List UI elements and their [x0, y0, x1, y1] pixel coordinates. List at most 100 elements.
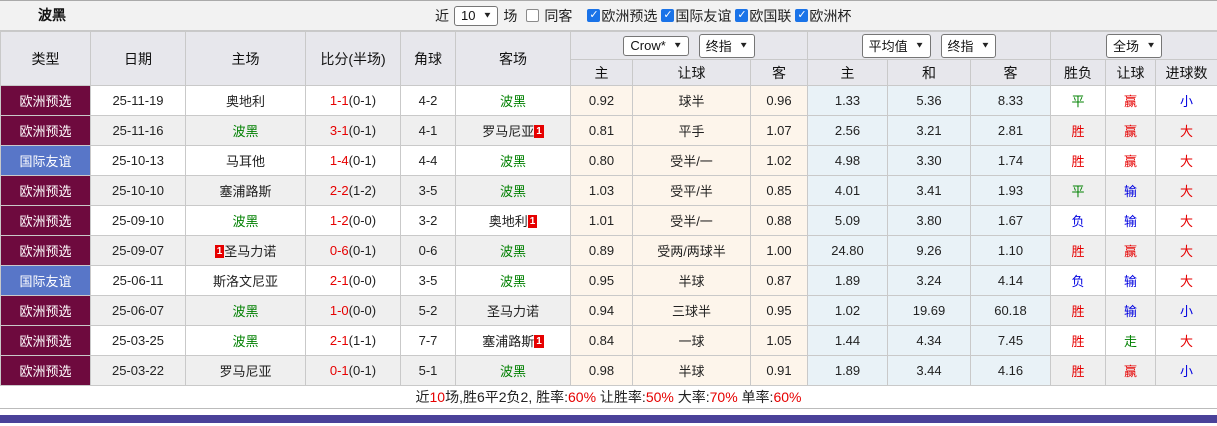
- goals-cell: 小: [1154, 355, 1217, 386]
- euro-home-odds-cell: 1.89: [807, 265, 888, 296]
- filter-item: 欧洲预选: [587, 6, 657, 26]
- team-label: 波黑: [499, 184, 526, 199]
- euro-away-odds-cell: 2.81: [970, 115, 1051, 146]
- sub-header-crow-home: 主: [570, 59, 633, 86]
- same-away-label: 同客: [544, 7, 573, 24]
- away-team-cell: 波黑: [455, 85, 571, 116]
- away-team-cell: 罗马尼亚 1: [455, 115, 571, 146]
- competition-checkbox[interactable]: [661, 8, 675, 22]
- competition-label: 欧洲预选: [601, 7, 658, 24]
- euro-away-odds-cell: 60.18: [970, 295, 1051, 326]
- match-type-cell: 国际友谊: [0, 265, 91, 296]
- table-row: 欧洲预选 25-11-16 波黑 3-1(0-1) 4-1 罗马尼亚 1 0.81 平手 1.07…: [0, 115, 1217, 146]
- goals-cell: 大: [1154, 145, 1217, 176]
- handicap-cell: 受半/一: [632, 145, 751, 176]
- handicap-cell: 三球半: [632, 295, 751, 326]
- euro-away-odds-cell: 8.33: [970, 85, 1051, 116]
- let-result-cell: 输: [1105, 295, 1156, 326]
- bookmaker-time-select[interactable]: 终指 ▼: [698, 33, 755, 58]
- match-type-cell: 欧洲预选: [0, 85, 91, 116]
- match-type-cell: 欧洲预选: [0, 295, 91, 326]
- table-row: 欧洲预选 25-10-10 塞浦路斯 2-2(1-2) 3-5 波黑 1.03 受平/半 0.8…: [0, 175, 1217, 206]
- asian-odds-header: Crow* ▼ 终指 ▼: [570, 31, 808, 60]
- euro-draw-odds-cell: 19.69: [887, 295, 971, 326]
- table-row: 欧洲预选 25-06-07 波黑 1-0(0-0) 5-2 圣马力诺 0.94 三球半 0.95…: [0, 295, 1217, 326]
- home-team-cell: 奥地利: [185, 85, 306, 116]
- odds-history-page: 波黑 近 10 ▼ 场 同客 欧洲预选国际友谊欧国联欧洲杯 类型 日期 主场: [0, 0, 1217, 426]
- matches-label: 场: [503, 7, 518, 24]
- summary-segment: 50%: [645, 389, 674, 405]
- result-cell: 负: [1050, 205, 1106, 236]
- summary-segment: 单率:: [737, 389, 774, 405]
- team-label: 波黑: [232, 334, 259, 349]
- euro-time-select[interactable]: 终指 ▼: [940, 33, 997, 58]
- team-label: 圣马力诺: [486, 304, 539, 319]
- summary-segment: 60%: [568, 389, 597, 405]
- chevron-down-icon: ▼: [1146, 40, 1156, 50]
- crow-home-odds-cell: 0.98: [570, 355, 633, 386]
- sub-header-goals: 进球数: [1154, 59, 1217, 86]
- handicap-cell: 受两/两球半: [632, 235, 751, 266]
- euro-home-odds-cell: 2.56: [807, 115, 888, 146]
- score-cell: 1-4(0-1): [305, 145, 401, 176]
- corner-cell: 3-5: [400, 175, 456, 206]
- team-label: 圣马力诺: [224, 244, 277, 259]
- competition-checkbox[interactable]: [735, 8, 749, 22]
- euro-home-odds-cell: 1.33: [807, 85, 888, 116]
- crow-away-odds-cell: 0.85: [750, 175, 808, 206]
- euro-source-select[interactable]: 平均值 ▼: [861, 33, 931, 58]
- euro-draw-odds-cell: 5.36: [887, 85, 971, 116]
- scope-select[interactable]: 全场 ▼: [1106, 33, 1162, 58]
- team-label: 波黑: [232, 124, 259, 139]
- handicap-cell: 受半/一: [632, 205, 751, 236]
- home-team-cell: 波黑: [185, 205, 306, 236]
- score-cell: 0-6(0-1): [305, 235, 401, 266]
- result-cell: 平: [1050, 175, 1106, 206]
- col-header-type: 类型: [0, 31, 91, 86]
- match-count-select[interactable]: 10 ▼: [454, 5, 499, 26]
- competition-checkbox[interactable]: [795, 8, 809, 22]
- same-away-checkbox[interactable]: [526, 9, 540, 22]
- team-label: 斯洛文尼亚: [212, 274, 278, 289]
- crow-away-odds-cell: 0.91: [750, 355, 808, 386]
- handicap-cell: 一球: [632, 325, 751, 356]
- goals-cell: 大: [1154, 325, 1217, 356]
- let-result-cell: 赢: [1105, 235, 1156, 266]
- result-cell: 胜: [1050, 325, 1106, 356]
- match-type-cell: 国际友谊: [0, 145, 91, 176]
- away-team-cell: 奥地利 1: [455, 205, 571, 236]
- match-type-cell: 欧洲预选: [0, 355, 91, 386]
- away-team-cell: 波黑: [455, 355, 571, 386]
- date-cell: 25-03-25: [90, 325, 186, 356]
- summary-segment: 近: [415, 389, 430, 405]
- result-cell: 胜: [1050, 355, 1106, 386]
- euro-draw-odds-cell: 4.34: [887, 325, 971, 356]
- chevron-down-icon: ▼: [482, 10, 493, 20]
- corner-cell: 4-4: [400, 145, 456, 176]
- competition-checkbox[interactable]: [587, 8, 601, 22]
- bookmaker-select[interactable]: Crow* ▼: [623, 35, 689, 56]
- team-label: 波黑: [499, 364, 526, 379]
- table-row: 欧洲预选 25-11-19 奥地利 1-1(0-1) 4-2 波黑 0.92 球半 0.96 1.…: [0, 85, 1217, 116]
- euro-draw-odds-cell: 3.21: [887, 115, 971, 146]
- let-result-cell: 赢: [1105, 85, 1156, 116]
- bookmaker-value: Crow*: [630, 37, 666, 53]
- match-history-table: 类型 日期 主场 比分(半场) 角球 客场 Crow* ▼ 终指 ▼ 平均值 ▼…: [0, 31, 1217, 386]
- euro-away-odds-cell: 1.74: [970, 145, 1051, 176]
- goals-cell: 小: [1154, 85, 1217, 116]
- team-label: 波黑: [499, 154, 526, 169]
- crow-home-odds-cell: 0.80: [570, 145, 633, 176]
- match-type-cell: 欧洲预选: [0, 205, 91, 236]
- let-result-cell: 输: [1105, 265, 1156, 296]
- competition-filters: 欧洲预选国际友谊欧国联欧洲杯: [587, 6, 855, 26]
- col-header-home: 主场: [185, 31, 306, 86]
- result-cell: 平: [1050, 85, 1106, 116]
- half-score: (0-1): [348, 123, 377, 138]
- match-count-value: 10: [461, 7, 476, 23]
- competition-label: 欧国联: [749, 7, 792, 24]
- euro-away-odds-cell: 7.45: [970, 325, 1051, 356]
- crow-home-odds-cell: 0.89: [570, 235, 633, 266]
- let-result-cell: 走: [1105, 325, 1156, 356]
- home-team-cell: 波黑: [185, 295, 306, 326]
- euro-away-odds-cell: 4.14: [970, 265, 1051, 296]
